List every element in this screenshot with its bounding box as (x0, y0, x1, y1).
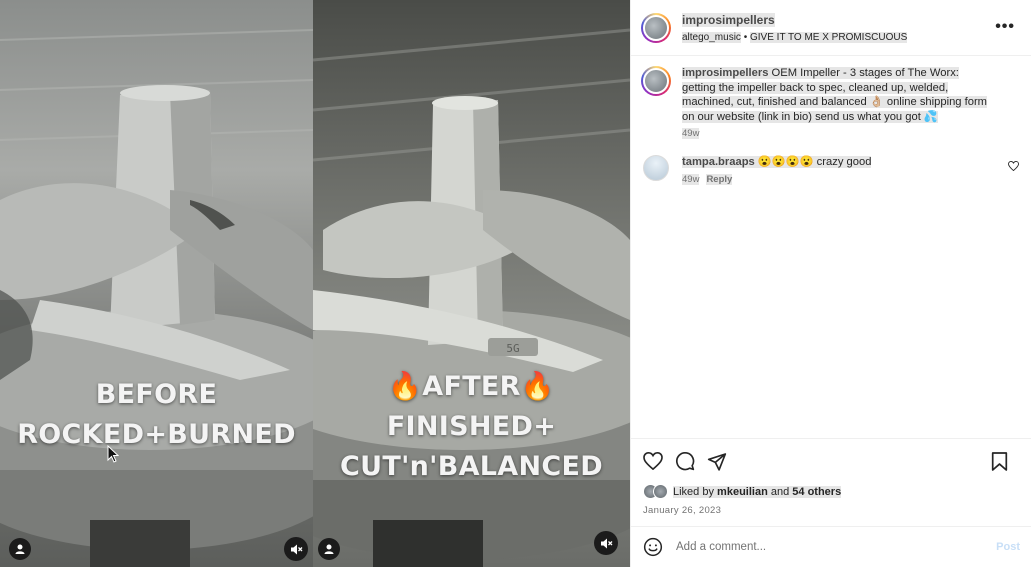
bookmark-icon[interactable] (991, 451, 1008, 471)
more-options-icon[interactable]: ••• (995, 18, 1015, 36)
before-caption-line1: BEFORE (95, 379, 218, 410)
before-video-panel[interactable]: BEFORE ROCKED+BURNED (0, 0, 313, 567)
audio-track[interactable]: GIVE IT TO ME X PROMISCUOUS (749, 31, 908, 43)
caption-username[interactable]: improsimpellers (682, 67, 768, 79)
liker-username[interactable]: mkeuilian (717, 486, 768, 498)
fire-icon: 🔥 (388, 371, 423, 402)
comment-icon[interactable] (675, 451, 695, 471)
comment-like-heart-icon[interactable] (1008, 160, 1019, 171)
user-tag-icon[interactable] (9, 538, 31, 560)
likes-count[interactable]: 54 others (792, 486, 841, 498)
post-media[interactable]: BEFORE ROCKED+BURNED 5G 🔥AFTER🔥 FINISHED… (0, 0, 630, 567)
post-sidebar: improsimpellers altego_music • GIVE IT T… (630, 0, 1031, 567)
mouse-cursor-icon (107, 445, 119, 463)
comments-section: improsimpellers OEM Impeller - 3 stages … (631, 56, 1031, 438)
impeller-before-image (0, 29, 313, 567)
comment-input[interactable]: Add a comment... (676, 541, 996, 553)
after-caption: 🔥AFTER🔥 FINISHED+ CUT'n'BALANCED (313, 367, 630, 487)
comment-text: 😮😮😮😮 crazy good (757, 155, 872, 168)
caption-age[interactable]: 49w (682, 128, 700, 140)
post-comment-button[interactable]: Post (996, 541, 1020, 553)
author-username[interactable]: improsimpellers (682, 12, 775, 27)
mute-icon[interactable] (284, 537, 308, 561)
svg-text:5G: 5G (506, 342, 519, 355)
after-video-panel[interactable]: 5G 🔥AFTER🔥 FINISHED+ CUT'n'BALANCED (313, 0, 630, 567)
post-caption: improsimpellers OEM Impeller - 3 stages … (641, 66, 1021, 142)
author-avatar[interactable] (641, 12, 671, 43)
commenter-avatar[interactable] (643, 154, 669, 181)
after-caption-line1: 🔥AFTER🔥 (388, 371, 555, 402)
post-date[interactable]: January 26, 2023 (643, 505, 1020, 516)
share-icon[interactable] (707, 452, 727, 471)
audio-attribution: altego_music • GIVE IT TO ME X PROMISCUO… (682, 31, 908, 43)
post-header: improsimpellers altego_music • GIVE IT T… (631, 0, 1031, 56)
before-caption-line2: ROCKED+BURNED (17, 419, 296, 450)
action-bar: Liked by mkeuilian and 54 others January… (631, 438, 1031, 516)
before-caption: BEFORE ROCKED+BURNED (0, 375, 313, 455)
fire-icon: 🔥 (520, 371, 555, 402)
emoji-icon[interactable] (643, 537, 663, 557)
reply-button[interactable]: Reply (706, 173, 733, 185)
user-tag-icon[interactable] (318, 538, 340, 560)
caption-author-avatar[interactable] (641, 66, 671, 96)
liker-avatars (643, 484, 668, 499)
heart-icon[interactable] (643, 452, 663, 470)
mute-icon[interactable] (594, 531, 618, 555)
likes-summary: Liked by mkeuilian and 54 others (643, 484, 1020, 499)
comment-username[interactable]: tampa.braaps (682, 156, 755, 168)
comment-age[interactable]: 49w (682, 173, 700, 185)
after-caption-line2: FINISHED+ (386, 411, 557, 442)
after-caption-line3: CUT'n'BALANCED (340, 451, 603, 482)
audio-artist[interactable]: altego_music (682, 31, 741, 43)
add-comment-bar: Add a comment... Post (631, 526, 1031, 567)
comment-item: tampa.braaps 😮😮😮😮 crazy good 49w Reply (641, 154, 1021, 187)
